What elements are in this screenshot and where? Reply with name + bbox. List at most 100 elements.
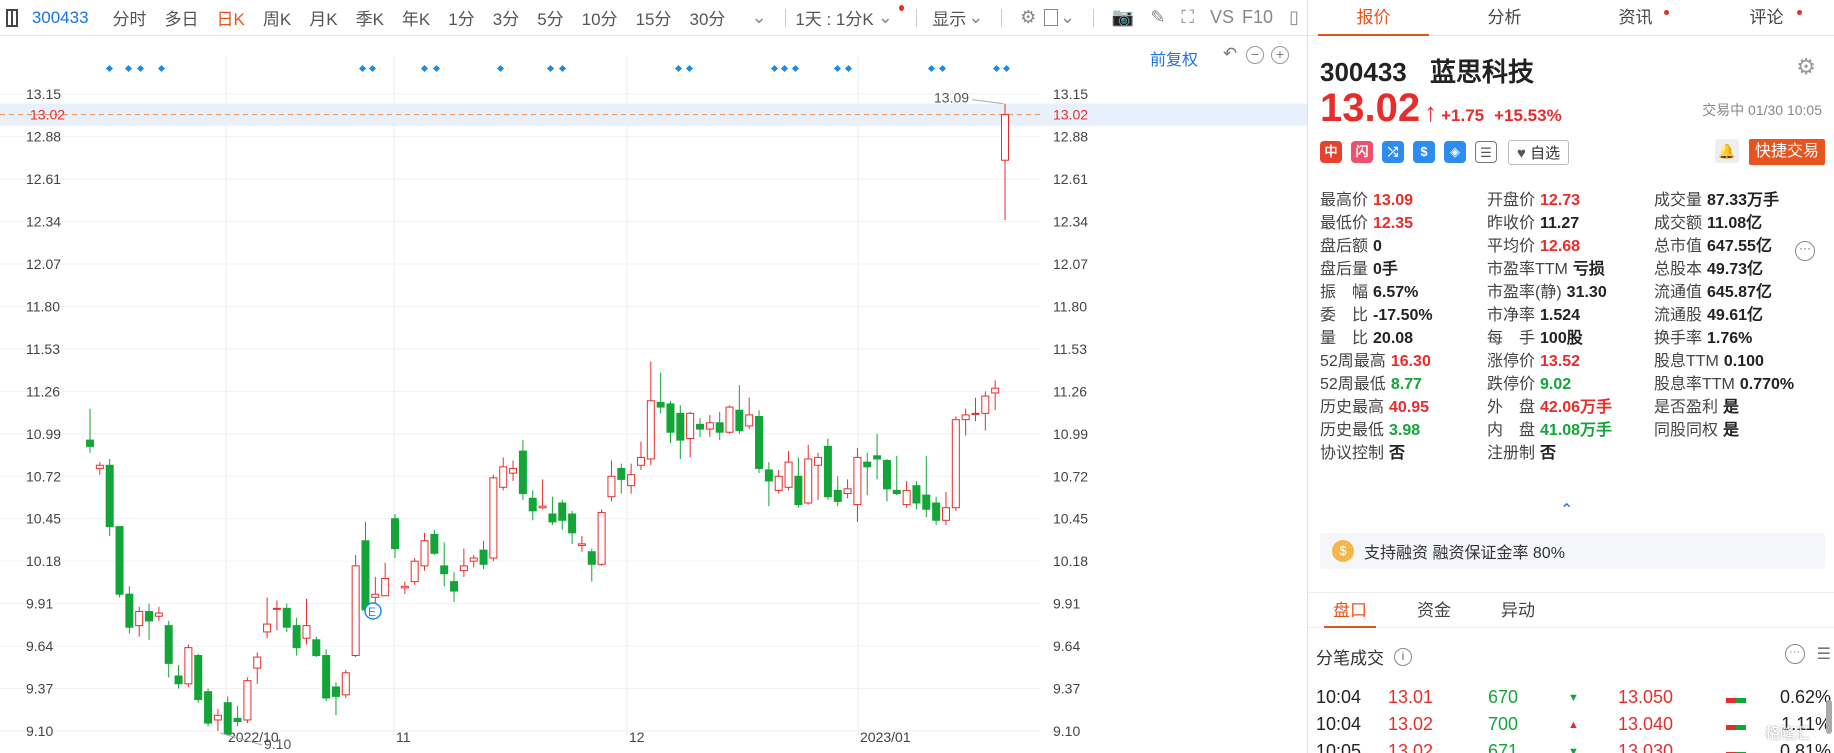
- list-icon[interactable]: ☰: [1817, 644, 1831, 664]
- camera-icon[interactable]: 📷: [1112, 7, 1134, 28]
- y-tick-label-left: 11.80: [26, 298, 60, 314]
- event-marker: [1002, 64, 1011, 73]
- bar-down: [1736, 725, 1746, 730]
- stat-value: 6.57%: [1373, 283, 1419, 301]
- sidebar-toggle-icon[interactable]: [6, 8, 18, 27]
- tick-level-price: 13.040: [1618, 714, 1674, 734]
- candle-down: [174, 675, 183, 685]
- chevron-up-icon[interactable]: ⌃: [1560, 500, 1573, 520]
- tick-time: 10:04: [1316, 687, 1362, 707]
- panel-toggle-icon[interactable]: ▯: [1289, 7, 1299, 28]
- period-month-k[interactable]: 月K: [309, 5, 337, 30]
- quick-trade-button[interactable]: 快捷交易: [1748, 139, 1825, 165]
- chevron-down-icon[interactable]: ⌄: [878, 7, 893, 28]
- stat-value: 11.27: [1540, 214, 1580, 232]
- tab-news[interactable]: 资讯: [1570, 0, 1701, 35]
- current-price-label-right: 13.02: [1053, 107, 1088, 123]
- stat-value: 13.52: [1540, 352, 1581, 370]
- period-week-k[interactable]: 周K: [263, 5, 291, 30]
- trade-status: 交易中 01/30 10:05: [1702, 102, 1822, 118]
- chevron-down-icon[interactable]: ⌄: [968, 7, 983, 28]
- panel-tabs: 报价 分析 资讯 评论: [1308, 0, 1834, 36]
- event-marker: [136, 64, 145, 73]
- high-annotation-line: [971, 99, 1004, 105]
- candle-down: [194, 655, 203, 701]
- period-duori[interactable]: 多日: [165, 5, 199, 30]
- stat-value: 亏损: [1572, 260, 1605, 278]
- candle-down: [666, 403, 675, 433]
- candle-up: [135, 610, 144, 627]
- f10-button[interactable]: F10: [1242, 7, 1273, 28]
- candle-down: [676, 412, 685, 441]
- y-tick-label-left: 10.45: [26, 511, 61, 527]
- gear-icon[interactable]: ⚙: [1020, 7, 1036, 28]
- shuffle-icon[interactable]: ⤮: [1382, 141, 1404, 163]
- tab-zijin[interactable]: 资金: [1392, 593, 1476, 627]
- more-icon[interactable]: ···: [1784, 644, 1805, 664]
- candle-up: [577, 543, 586, 546]
- scrollbar[interactable]: [1826, 700, 1832, 734]
- tab-quote[interactable]: 报价: [1308, 0, 1439, 36]
- y-tick-label-right: 11.53: [1053, 341, 1087, 357]
- period-fenshi[interactable]: 分时: [113, 5, 147, 30]
- period-10min[interactable]: 10分: [582, 5, 618, 30]
- display-menu[interactable]: 显示: [932, 5, 966, 30]
- y-tick-label-right: 10.18: [1053, 553, 1088, 569]
- y-tick-label-right: 10.72: [1053, 468, 1088, 484]
- stat-value: 647.55亿: [1707, 237, 1772, 255]
- candle-up: [213, 714, 222, 721]
- chevron-down-icon[interactable]: ⌄: [1060, 7, 1075, 28]
- quote-panel: 报价 分析 资讯 评论 300433 蓝思科技 ⚙ 13.02 ↑ +1.75 …: [1307, 0, 1834, 753]
- candle-down: [833, 489, 842, 502]
- sub-tabs: 盘口 资金 异动: [1308, 592, 1834, 628]
- candle-up: [814, 456, 823, 466]
- period-5min[interactable]: 5分: [537, 5, 563, 30]
- vs-button[interactable]: VS: [1210, 7, 1234, 28]
- bell-icon[interactable]: 🔔: [1715, 139, 1739, 163]
- gear-icon[interactable]: ⚙: [1796, 54, 1816, 80]
- stat-label: 盘后额: [1320, 237, 1369, 255]
- tab-analysis[interactable]: 分析: [1439, 0, 1570, 35]
- candle-up: [341, 672, 350, 696]
- pencil-icon[interactable]: ✎: [1150, 7, 1165, 28]
- stat-value: 0.100: [1723, 352, 1764, 370]
- stat-label: 注册制: [1487, 444, 1536, 462]
- price-row: 13.02 ↑ +1.75 +15.53%: [1320, 86, 1562, 131]
- period-quarter-k[interactable]: 季K: [356, 5, 384, 30]
- dollar-icon[interactable]: $: [1413, 141, 1435, 163]
- flash-icon[interactable]: 闪: [1351, 141, 1373, 163]
- add-watchlist-button[interactable]: ♥ 自选: [1508, 139, 1570, 165]
- tab-pankou[interactable]: 盘口: [1308, 593, 1392, 628]
- tab-comments[interactable]: 评论: [1701, 0, 1832, 35]
- stat-value: 100股: [1540, 329, 1583, 347]
- candle-up: [636, 456, 645, 466]
- info-icon[interactable]: i: [1394, 647, 1412, 666]
- document-icon[interactable]: ☰: [1475, 141, 1497, 163]
- range-select[interactable]: 1天 : 1分K: [795, 5, 873, 30]
- stat-value: 3.98: [1389, 421, 1421, 439]
- tag-icon[interactable]: ◈: [1444, 141, 1466, 163]
- square-icon[interactable]: [1044, 9, 1059, 26]
- candle-up: [607, 475, 616, 498]
- period-15min[interactable]: 15分: [636, 5, 672, 30]
- fullscreen-icon[interactable]: ⛶: [1181, 7, 1194, 28]
- candle-down: [282, 607, 291, 628]
- china-flag-icon[interactable]: 中: [1320, 141, 1342, 163]
- tab-yidong[interactable]: 异动: [1476, 593, 1560, 627]
- more-icon[interactable]: ···: [1795, 241, 1815, 261]
- stat-label: 协议控制: [1320, 444, 1385, 462]
- period-3min[interactable]: 3分: [493, 5, 519, 30]
- period-year-k[interactable]: 年K: [402, 5, 430, 30]
- kline-chart[interactable]: 前复权 ↶ − + 13.15 13.15 12.88 12.88 12.61 12.61…: [0, 36, 1307, 753]
- stock-code[interactable]: 300433: [32, 8, 89, 28]
- period-1min[interactable]: 1分: [448, 5, 474, 30]
- stat-cell: 历史最高 40.95: [1320, 393, 1487, 417]
- current-price: 13.02: [1320, 86, 1421, 130]
- period-day-k[interactable]: 日K: [217, 5, 245, 30]
- y-tick-label-left: 13.15: [26, 86, 61, 102]
- tick-price: 13.02: [1388, 741, 1434, 753]
- candle-up: [509, 467, 518, 474]
- stat-label: 市净率: [1487, 306, 1536, 324]
- chevron-down-icon[interactable]: ⌄: [751, 7, 766, 28]
- period-30min[interactable]: 30分: [690, 5, 726, 30]
